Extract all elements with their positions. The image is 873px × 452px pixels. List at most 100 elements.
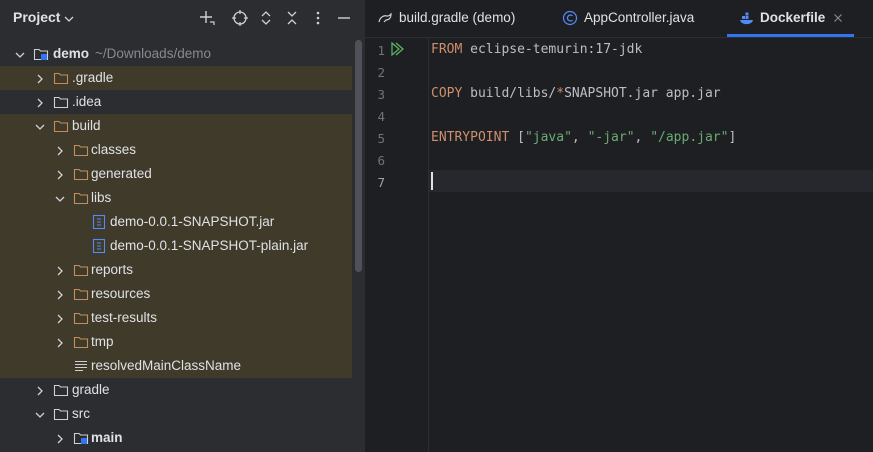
code-line-3[interactable]: COPY build/libs/*SNAPSHOT.jar app.jar [431,86,721,101]
editor-area: build.gradle (demo) AppController.java D… [365,0,873,452]
tab-app-controller[interactable]: AppController.java [562,0,722,37]
expand-all-icon[interactable] [257,9,275,27]
line-number: 6 [377,153,385,168]
code-line-1[interactable]: FROM eclipse-temurin:17-jdk [431,42,642,57]
tree-label: .idea [72,94,102,109]
tree-item-resolved-main-class-name[interactable]: resolvedMainClassName [0,354,352,378]
chevron-right-icon[interactable] [54,432,66,444]
chevron-right-icon[interactable] [34,96,46,108]
tree-item-gradle[interactable]: gradle [0,378,352,402]
tree-item-plain-jar[interactable]: demo-0.0.1-SNAPSHOT-plain.jar [0,234,352,258]
tab-label: AppController.java [584,10,695,25]
tree-item-libs[interactable]: libs [0,186,352,210]
chevron-right-icon[interactable] [54,288,66,300]
tree-item-classes[interactable]: classes [0,138,352,162]
run-icon[interactable] [390,41,406,57]
keyword: ENTRYPOINT [431,130,510,145]
add-icon[interactable] [198,9,216,27]
tree-label: resources [91,286,151,301]
active-tab-indicator [727,34,854,37]
collapse-all-icon[interactable] [283,9,301,27]
folder-icon [53,94,69,110]
tree-label: demo [53,46,90,61]
tab-label: Dockerfile [760,10,826,25]
line-number: 7 [377,175,385,190]
tab-dockerfile[interactable]: Dockerfile [739,0,854,37]
tree-item-idea[interactable]: .idea [0,90,352,114]
tree-item-tmp[interactable]: tmp [0,330,352,354]
text-caret [431,172,433,190]
line-number: 1 [377,43,385,58]
tree-item-resources[interactable]: resources [0,282,352,306]
chevron-down-icon[interactable] [34,120,46,132]
code-line-5[interactable]: ENTRYPOINT ["java", "-jar", "/app.jar"] [431,130,736,145]
project-scrollbar[interactable] [355,40,362,272]
chevron-down-icon[interactable] [63,12,75,24]
tree-item-gradle-cache[interactable]: .gradle [0,66,352,90]
tree-label: test-results [91,310,158,325]
chevron-right-icon[interactable] [54,264,66,276]
project-header: Project [0,0,365,36]
module-folder-icon [33,46,49,62]
tab-build-gradle[interactable]: build.gradle (demo) [377,0,547,37]
folder-icon [73,190,89,206]
line-number: 3 [377,87,385,102]
chevron-right-icon[interactable] [34,384,46,396]
project-title[interactable]: Project [13,9,60,25]
keyword: COPY [431,86,463,101]
chevron-right-icon[interactable] [54,144,66,156]
code-text: , [634,130,651,145]
code-text: [ [509,130,525,145]
locate-icon[interactable] [231,9,249,27]
close-icon[interactable] [832,11,844,23]
folder-icon [73,166,89,182]
tree-label: libs [91,190,112,205]
folder-icon [73,310,89,326]
folder-icon [53,118,69,134]
tree-item-build[interactable]: build [0,114,352,138]
tree-label: generated [91,166,152,181]
line-number-gutter: 1 2 3 4 5 6 7 [365,38,429,452]
tree-label: classes [91,142,137,157]
text-file-icon [73,358,89,374]
tree-label: demo-0.0.1-SNAPSHOT-plain.jar [110,238,309,253]
folder-icon [73,262,89,278]
keyword: FROM [431,42,463,57]
hide-panel-icon[interactable] [335,9,353,27]
folder-icon [73,334,89,350]
more-options-icon[interactable] [309,9,327,27]
tree-item-snapshot-jar[interactable]: demo-0.0.1-SNAPSHOT.jar [0,210,352,234]
string-literal: "/app.jar" [650,130,729,145]
chevron-right-icon[interactable] [54,168,66,180]
folder-icon [53,70,69,86]
tree-item-generated[interactable]: generated [0,162,352,186]
glob-star: * [556,86,565,101]
jar-file-icon [91,214,107,230]
chevron-right-icon[interactable] [54,336,66,348]
code-text: SNAPSHOT.jar app.jar [564,86,721,101]
chevron-down-icon[interactable] [34,408,46,420]
chevron-right-icon[interactable] [34,72,46,84]
chevron-down-icon[interactable] [54,192,66,204]
tree-item-test-results[interactable]: test-results [0,306,352,330]
tree-item-demo[interactable]: demo ~/Downloads/demo [0,42,352,66]
tree-label: main [91,430,123,445]
code-text: build/libs/ [462,86,557,101]
tree-label: demo-0.0.1-SNAPSHOT.jar [110,214,275,229]
chevron-down-icon[interactable] [14,48,26,60]
tree-item-reports[interactable]: reports [0,258,352,282]
code-text: , [571,130,588,145]
project-tool-window: Project demo ~/Downloads/demo .gradle .i… [0,0,365,452]
folder-icon [53,382,69,398]
tree-label: reports [91,262,134,277]
folder-icon [73,142,89,158]
tree-item-src[interactable]: src [0,402,352,426]
editor-tab-bar: build.gradle (demo) AppController.java D… [365,0,873,38]
chevron-right-icon[interactable] [54,312,66,324]
module-folder-icon [73,430,89,446]
gradle-icon [377,10,393,26]
tree-label: gradle [72,382,110,397]
tree-item-main[interactable]: main [0,426,352,450]
code-text: ] [728,130,737,145]
line-number: 4 [377,109,385,124]
